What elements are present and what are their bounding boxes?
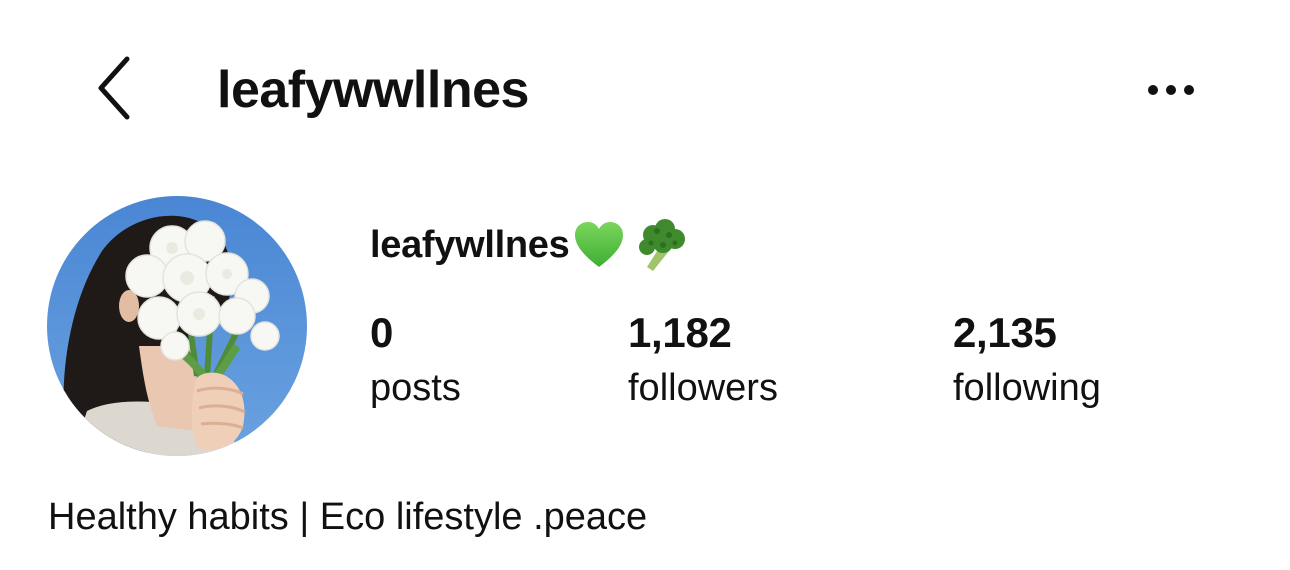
posts-label: posts: [370, 367, 461, 409]
back-button[interactable]: [82, 52, 148, 128]
page-title: leafywwllnes: [217, 61, 529, 119]
display-name-text: leafywllnes: [370, 223, 570, 266]
followers-count: 1,182: [628, 309, 732, 356]
following-count: 2,135: [953, 309, 1057, 356]
top-bar: leafywwllnes: [0, 0, 1290, 180]
followers-label: followers: [628, 367, 778, 409]
posts-count: 0: [370, 309, 394, 356]
display-name: leafywllnes: [370, 218, 687, 272]
broccoli-icon: [633, 219, 687, 271]
posts-stat[interactable]: 0 posts: [370, 308, 461, 412]
following-label: following: [953, 367, 1101, 409]
green-heart-icon: [573, 221, 625, 269]
profile-photo: [47, 196, 307, 456]
more-horizontal-icon: [1145, 83, 1197, 102]
followers-stat[interactable]: 1,182 followers: [628, 308, 778, 412]
bio: Healthy habits | Eco lifestyle .peace: [48, 496, 648, 538]
following-stat[interactable]: 2,135 following: [953, 308, 1101, 412]
chevron-left-icon: [95, 55, 135, 126]
avatar[interactable]: [47, 196, 307, 456]
more-options-button[interactable]: [1138, 72, 1204, 112]
